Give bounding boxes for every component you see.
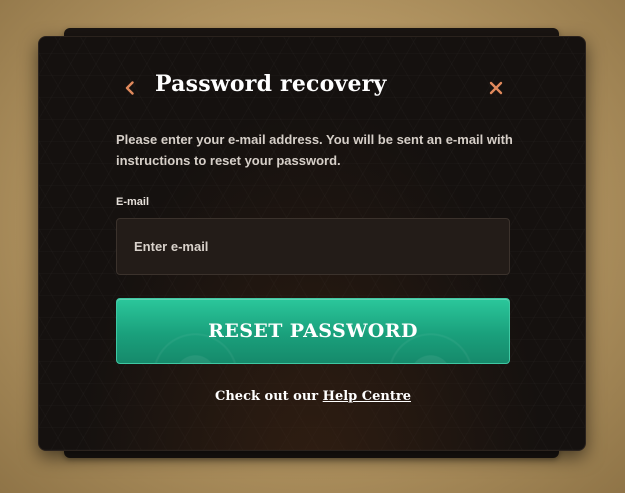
close-icon — [489, 81, 503, 95]
reset-password-button[interactable]: RESET PASSWORD — [116, 298, 510, 364]
help-centre-link[interactable]: Help Centre — [323, 389, 411, 404]
password-recovery-modal: Password recovery Please enter your e-ma… — [38, 36, 586, 451]
close-button[interactable] — [485, 77, 507, 99]
email-input[interactable] — [116, 218, 510, 275]
help-centre-line: Check out our Help Centre — [116, 389, 510, 404]
back-button[interactable] — [119, 77, 141, 99]
instructions-text: Please enter your e-mail address. You wi… — [116, 132, 513, 168]
modal-title: Password recovery — [155, 71, 387, 97]
email-label: E-mail — [116, 196, 150, 208]
help-prefix-text: Check out our — [215, 389, 323, 404]
chevron-left-icon — [125, 81, 134, 95]
